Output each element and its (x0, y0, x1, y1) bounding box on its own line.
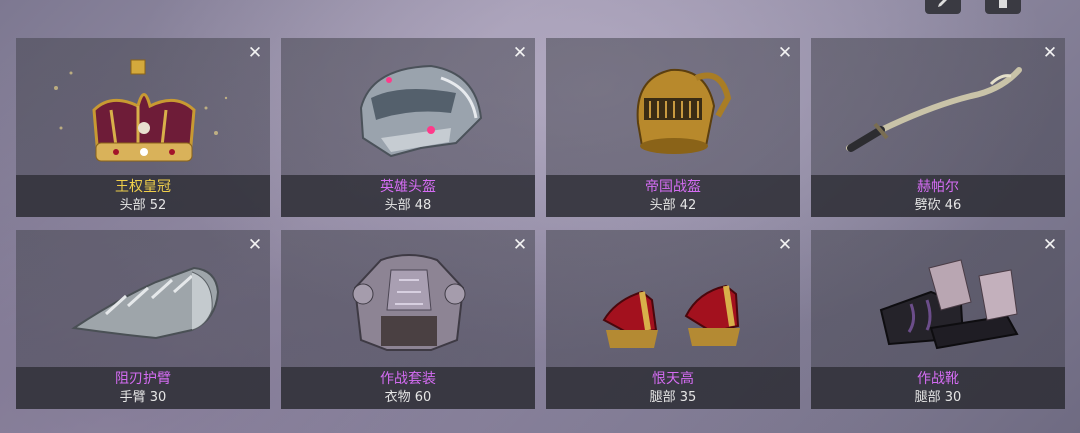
equipment-card[interactable]: ✕ 恨天高 腿部 35 (546, 230, 800, 409)
item-footer: 作战套装 衣物 60 (281, 367, 535, 409)
equipment-card[interactable]: ✕ 帝国战盔 头部 42 (546, 38, 800, 217)
item-name: 作战靴 (917, 371, 959, 387)
remove-item-button[interactable]: ✕ (776, 236, 794, 254)
remove-item-button[interactable]: ✕ (511, 236, 529, 254)
equipment-grid: ✕ 王权皇冠 头部 52 ✕ 英雄头盔 头部 48 ✕ 帝国战盔 头部 42 ✕… (16, 38, 1070, 410)
item-name: 恨天高 (652, 371, 694, 387)
remove-item-button[interactable]: ✕ (246, 44, 264, 62)
remove-item-button[interactable]: ✕ (776, 44, 794, 62)
curved-sword-icon (846, 67, 1022, 152)
sci-fi-helmet-icon (359, 64, 483, 158)
item-stat: 头部 42 (649, 198, 697, 213)
remove-item-button[interactable]: ✕ (1041, 236, 1059, 254)
remove-item-button[interactable]: ✕ (246, 236, 264, 254)
item-footer: 帝国战盔 头部 42 (546, 175, 800, 217)
item-stat: 腿部 35 (649, 390, 697, 405)
delete-button[interactable] (985, 0, 1021, 14)
item-stat: 头部 52 (119, 198, 167, 213)
remove-item-button[interactable]: ✕ (511, 44, 529, 62)
remove-item-button[interactable]: ✕ (1041, 44, 1059, 62)
combat-boots-icon (879, 259, 1019, 350)
item-footer: 英雄头盔 头部 48 (281, 175, 535, 217)
item-stat: 衣物 60 (384, 390, 432, 405)
bracer-icon (71, 266, 220, 340)
pencil-icon (938, 0, 947, 7)
item-stat: 手臂 30 (119, 390, 167, 405)
item-name: 阻刃护臂 (115, 371, 171, 387)
item-footer: 作战靴 腿部 30 (811, 367, 1065, 409)
item-name: 帝国战盔 (645, 179, 701, 195)
item-stat: 腿部 30 (914, 390, 962, 405)
high-heels-icon (602, 284, 740, 348)
item-stat: 头部 48 (384, 198, 432, 213)
item-stat: 劈砍 46 (914, 198, 962, 213)
equipment-card[interactable]: ✕ 作战靴 腿部 30 (811, 230, 1065, 409)
equipment-card[interactable]: ✕ 赫帕尔 劈砍 46 (811, 38, 1065, 217)
equipment-card[interactable]: ✕ 王权皇冠 头部 52 (16, 38, 270, 217)
knight-helmet-icon (636, 68, 732, 154)
equipment-card[interactable]: ✕ 作战套装 衣物 60 (281, 230, 535, 409)
edit-button[interactable] (925, 0, 961, 14)
item-name: 作战套装 (380, 371, 436, 387)
item-footer: 阻刃护臂 手臂 30 (16, 367, 270, 409)
trash-icon (999, 0, 1007, 8)
item-footer: 王权皇冠 头部 52 (16, 175, 270, 217)
equipment-card[interactable]: ✕ 阻刃护臂 手臂 30 (16, 230, 270, 409)
item-name: 英雄头盔 (380, 179, 436, 195)
item-name: 赫帕尔 (917, 179, 959, 195)
item-name: 王权皇冠 (115, 179, 171, 195)
crown-icon (54, 59, 228, 162)
item-footer: 恨天高 腿部 35 (546, 367, 800, 409)
armor-suit-icon (352, 254, 466, 351)
equipment-card[interactable]: ✕ 英雄头盔 头部 48 (281, 38, 535, 217)
item-footer: 赫帕尔 劈砍 46 (811, 175, 1065, 217)
